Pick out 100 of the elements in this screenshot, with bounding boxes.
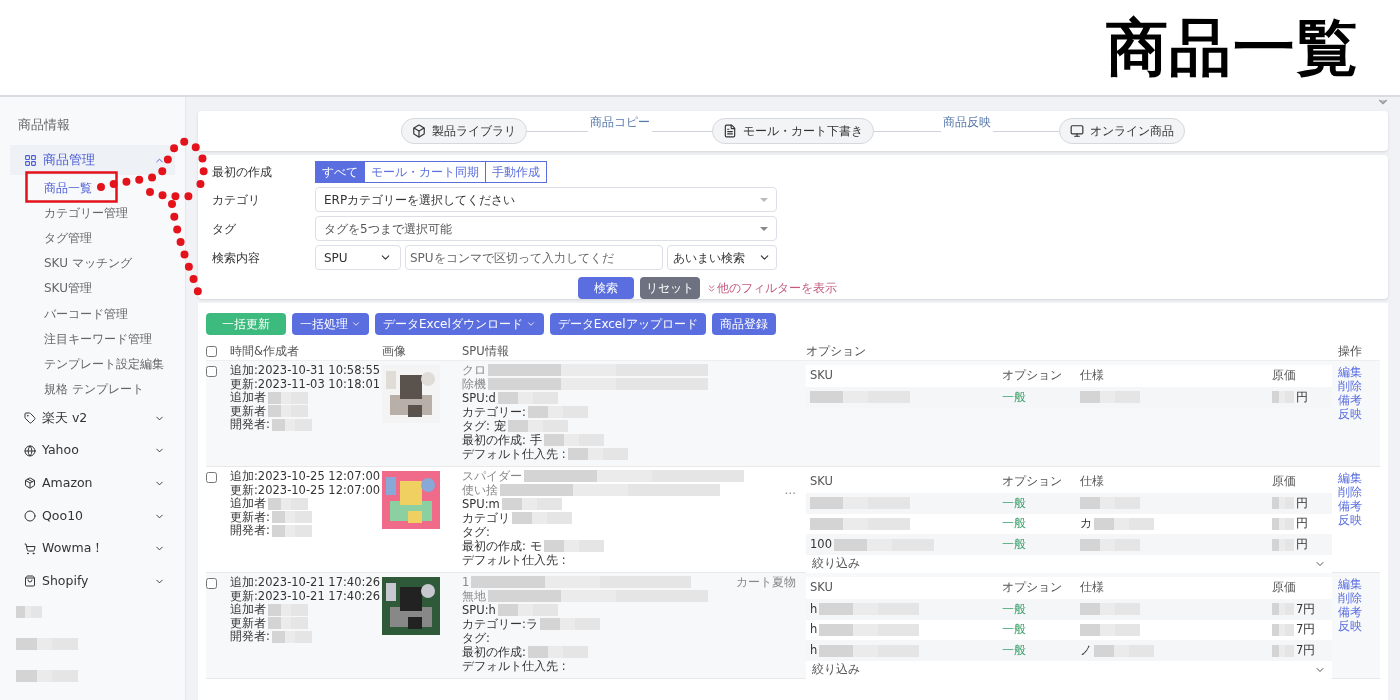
sidebar-item[interactable]: 注目キーワード管理 — [0, 326, 185, 352]
search-field-select[interactable]: SPU — [315, 245, 401, 270]
sku-code: h — [810, 600, 818, 618]
sku-column-header: 原価 — [1272, 473, 1297, 491]
time-info: 追加:2023-10-21 17:40:26 — [230, 576, 380, 590]
tag-select[interactable]: タグを5つまで選択可能 — [315, 216, 777, 241]
spu-info: デフォルト仕入先 : — [462, 553, 566, 567]
time-info: 更新者 — [230, 616, 266, 630]
sidebar-item[interactable]: 規格 テンプレート — [0, 376, 185, 402]
monitor-icon — [1070, 124, 1084, 138]
spu-info: タグ: — [462, 525, 490, 539]
workflow-step[interactable]: オンライン商品 — [1059, 118, 1185, 144]
sku-column-header: オプション — [1002, 367, 1063, 385]
segment-option[interactable]: 手動作成 — [486, 161, 547, 183]
spu-info: スパイダー — [462, 469, 522, 483]
caret-icon — [760, 226, 768, 231]
spu-info: 最初の作成: 手 — [462, 433, 542, 447]
sidebar-group[interactable]: Amazon — [0, 467, 185, 500]
search-input[interactable]: SPUをコンマで区切って入力してくだ — [405, 245, 663, 270]
segment-option[interactable]: すべて — [315, 161, 365, 183]
price-value: 円 — [1296, 494, 1308, 512]
row-checkbox[interactable] — [206, 472, 217, 483]
sidebar-item[interactable]: SKU管理 — [0, 275, 185, 301]
row-checkbox[interactable] — [206, 366, 217, 377]
row-action-link[interactable]: 編集 — [1338, 577, 1380, 591]
sku-column-header: 原価 — [1272, 367, 1297, 385]
option-value: 一般 — [1002, 515, 1027, 533]
action-button[interactable]: データExcelダウンロード — [375, 313, 544, 335]
redaction — [16, 669, 78, 682]
match-mode-select[interactable]: あいまい検索 — [667, 245, 777, 270]
time-info: 更新者 — [230, 404, 266, 418]
document-icon — [723, 124, 737, 138]
sidebar-group[interactable]: Yahoo — [0, 434, 185, 468]
reset-button[interactable]: リセット — [640, 277, 700, 299]
sku-column-header: オプション — [1002, 579, 1063, 597]
filter-label: 最初の作成 — [212, 164, 273, 181]
workflow-step[interactable]: 製品ライブラリ — [401, 118, 527, 144]
grid-icon — [24, 153, 37, 167]
row-action-link[interactable]: 備考 — [1338, 393, 1380, 407]
filter-dropdown[interactable]: 絞り込み — [806, 555, 1332, 574]
filter-label: タグ — [212, 220, 237, 238]
row-action-link[interactable]: 削除 — [1338, 379, 1380, 393]
bag-icon — [24, 575, 36, 588]
filter-dropdown[interactable]: 絞り込み — [806, 661, 1332, 680]
row-action-link[interactable]: 削除 — [1338, 591, 1380, 605]
time-info: 追加者 — [230, 497, 266, 511]
sidebar-item[interactable]: バーコード管理 — [0, 300, 185, 327]
sku-column-header: SKU — [810, 367, 834, 385]
select-all-checkbox[interactable] — [206, 346, 217, 358]
sidebar-item[interactable]: カテゴリー管理 — [0, 200, 185, 226]
sidebar-group[interactable]: Wowma！ — [0, 532, 185, 566]
spu-info: デフォルト仕入先 : — [462, 447, 566, 461]
time-info: 開発者: — [230, 524, 270, 538]
page-heading: 商品一覧 — [1105, 16, 1360, 79]
filter-label: カテゴリ — [212, 191, 261, 209]
more-filters-link[interactable]: 他のフィルターを表示 — [706, 279, 837, 297]
column-header: SPU情報 — [462, 343, 510, 360]
sidebar-item[interactable]: 商品一覧 — [0, 175, 185, 201]
row-action-link[interactable]: 削除 — [1338, 485, 1380, 499]
action-button[interactable]: データExcelアップロード — [549, 313, 706, 335]
option-value: 一般 — [1002, 536, 1027, 554]
tag-icon — [24, 412, 36, 425]
spu-info: 最初の作成: — [462, 645, 526, 659]
connector-label: 商品反映 — [940, 114, 993, 132]
sidebar-group[interactable]: Qoo10 — [0, 499, 185, 533]
row-action-link[interactable]: 反映 — [1338, 407, 1380, 421]
spu-info: 1 — [462, 575, 470, 589]
price-value: 7円 — [1296, 642, 1316, 660]
chevron-down-icon — [351, 319, 361, 329]
time-info: 開発者: — [230, 630, 270, 644]
action-button[interactable]: 商品登録 — [711, 313, 776, 335]
sidebar-item[interactable]: テンプレート設定編集 — [0, 351, 185, 377]
sidebar-item[interactable]: SKU マッチング — [0, 250, 185, 276]
package-icon — [24, 477, 36, 490]
row-action-link[interactable]: 編集 — [1338, 365, 1380, 379]
column-header: 操作 — [1338, 343, 1363, 360]
segment-option[interactable]: モール・カート同期 — [365, 161, 486, 183]
spu-info: カテゴリ — [462, 511, 510, 525]
sidebar-group[interactable]: 楽天 v2 — [0, 401, 185, 435]
row-checkbox[interactable] — [206, 578, 217, 589]
category-select[interactable]: ERPカテゴリーを選択してください — [315, 187, 777, 212]
option-value: 一般 — [1002, 642, 1027, 660]
action-button[interactable]: 一括処理 — [292, 313, 369, 335]
row-action-link[interactable]: 編集 — [1338, 471, 1380, 485]
time-info: 追加:2023-10-31 10:58:55 — [230, 364, 380, 378]
sidebar-item[interactable]: タグ管理 — [0, 225, 185, 251]
sku-column-header: 仕様 — [1080, 367, 1105, 385]
row-action-link[interactable]: 備考 — [1338, 499, 1380, 513]
search-button[interactable]: 検索 — [578, 277, 634, 299]
price-value: 7円 — [1296, 621, 1316, 639]
row-action-link[interactable]: 備考 — [1338, 605, 1380, 619]
sidebar-group[interactable]: Shopify — [0, 565, 185, 598]
sku-code: h — [810, 621, 818, 639]
double-chevron-icon — [706, 282, 717, 294]
workflow-step[interactable]: モール・カート下書き — [712, 118, 874, 144]
spu-info: 除機 — [462, 377, 486, 391]
sidebar-group[interactable]: 商品管理 — [10, 145, 175, 175]
spec-value: ノ — [1080, 642, 1092, 660]
row-action-link[interactable]: 反映 — [1338, 513, 1380, 527]
row-action-link[interactable]: 反映 — [1338, 619, 1380, 633]
